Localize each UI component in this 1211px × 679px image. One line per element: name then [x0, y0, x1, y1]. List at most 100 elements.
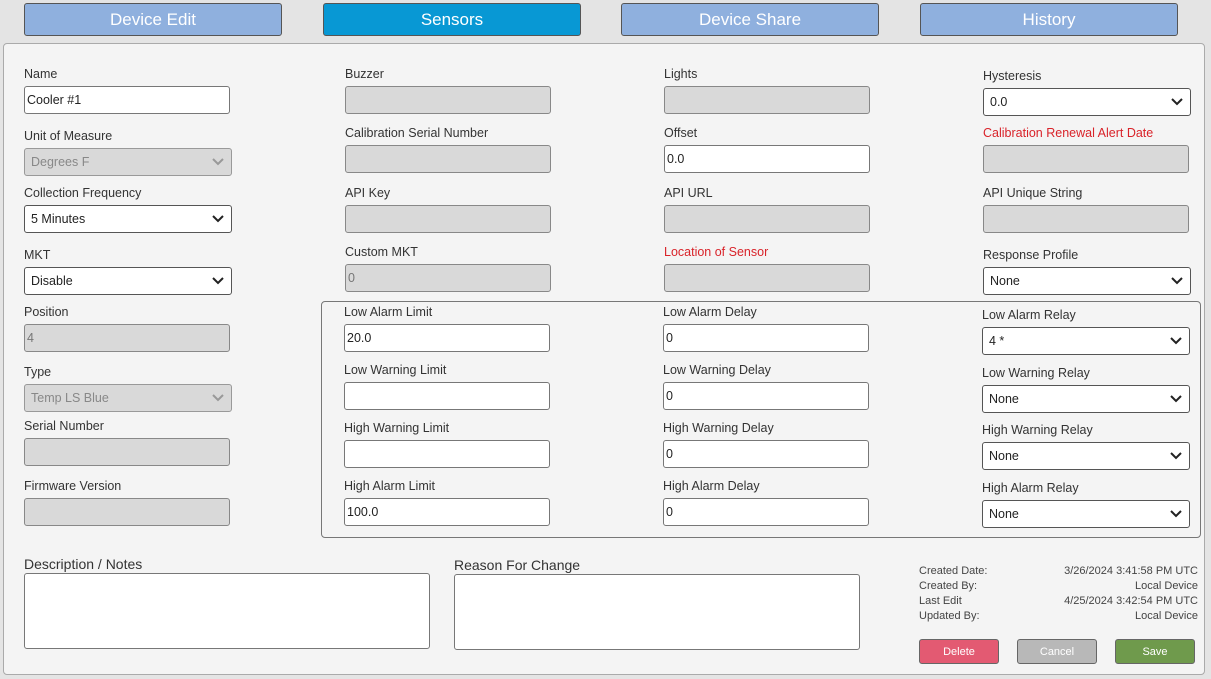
high-warning-delay-label: High Warning Delay: [663, 421, 774, 435]
type-select: Temp LS Blue: [24, 384, 232, 412]
low-warning-limit-label: Low Warning Limit: [344, 363, 447, 377]
high-alarm-relay-select[interactable]: None: [982, 500, 1190, 528]
hysteresis-select[interactable]: 0.0: [983, 88, 1191, 116]
chevron-down-icon: [1169, 507, 1183, 521]
low-warning-relay-label: Low Warning Relay: [982, 366, 1090, 380]
low-alarm-relay-select[interactable]: 4 *: [982, 327, 1190, 355]
custom-mkt-label: Custom MKT: [345, 245, 418, 259]
created-by-value: Local Device: [1135, 580, 1198, 592]
last-edit-value: 4/25/2024 3:42:54 PM UTC: [1064, 595, 1198, 607]
low-warning-relay-value: None: [989, 392, 1019, 406]
updated-by-value: Local Device: [1135, 610, 1198, 622]
high-warning-limit-label: High Warning Limit: [344, 421, 450, 435]
low-warning-limit-input[interactable]: [344, 382, 550, 410]
api-key-input: [345, 205, 551, 233]
low-warning-delay-input[interactable]: 0: [663, 382, 869, 410]
unit-of-measure-label: Unit of Measure: [24, 129, 113, 143]
high-warning-delay-input[interactable]: 0: [663, 440, 869, 468]
low-alarm-relay-value: 4 *: [989, 334, 1005, 348]
buzzer-input: [345, 86, 551, 114]
unit-of-measure-select: Degrees F: [24, 148, 232, 176]
api-url-input: [664, 205, 870, 233]
tab-history[interactable]: History: [920, 3, 1178, 36]
chevron-down-icon: [1169, 449, 1183, 463]
created-date-label: Created Date:: [919, 565, 988, 577]
cancel-button[interactable]: Cancel: [1017, 639, 1097, 664]
mkt-select[interactable]: Disable: [24, 267, 232, 295]
offset-input[interactable]: 0.0: [664, 145, 870, 173]
high-alarm-delay-label: High Alarm Delay: [663, 479, 760, 493]
name-label: Name: [24, 67, 58, 81]
calibration-serial-number-input: [345, 145, 551, 173]
low-alarm-relay-label: Low Alarm Relay: [982, 308, 1076, 322]
low-warning-delay-label: Low Warning Delay: [663, 363, 771, 377]
response-profile-value: None: [990, 274, 1020, 288]
tab-sensors[interactable]: Sensors: [323, 3, 581, 36]
serial-number-input: [24, 438, 230, 466]
created-date-value: 3/26/2024 3:41:58 PM UTC: [1064, 565, 1198, 577]
mkt-value: Disable: [31, 274, 73, 288]
last-edit-label: Last Edit: [919, 595, 962, 607]
low-alarm-delay-input[interactable]: 0: [663, 324, 869, 352]
position-label: Position: [24, 305, 69, 319]
buzzer-label: Buzzer: [345, 67, 384, 81]
firmware-version-input: [24, 498, 230, 526]
high-alarm-delay-input[interactable]: 0: [663, 498, 869, 526]
location-of-sensor-input: [664, 264, 870, 292]
chevron-down-icon: [211, 155, 225, 169]
calibration-renewal-alert-date-input: [983, 145, 1189, 173]
chevron-down-icon: [1170, 274, 1184, 288]
high-warning-relay-select[interactable]: None: [982, 442, 1190, 470]
low-alarm-limit-input[interactable]: 20.0: [344, 324, 550, 352]
reason-for-change-textarea[interactable]: [454, 574, 860, 650]
collection-frequency-value: 5 Minutes: [31, 212, 86, 226]
chevron-down-icon: [211, 212, 225, 226]
reason-for-change-label: Reason For Change: [454, 557, 581, 573]
high-alarm-limit-input[interactable]: 100.0: [344, 498, 550, 526]
lights-label: Lights: [664, 67, 698, 81]
type-label: Type: [24, 365, 52, 379]
hysteresis-value: 0.0: [990, 95, 1008, 109]
unit-of-measure-value: Degrees F: [31, 155, 90, 169]
save-button[interactable]: Save: [1115, 639, 1195, 664]
low-alarm-delay-label: Low Alarm Delay: [663, 305, 757, 319]
chevron-down-icon: [211, 274, 225, 288]
custom-mkt-input: 0: [345, 264, 551, 292]
chevron-down-icon: [1169, 334, 1183, 348]
response-profile-select[interactable]: None: [983, 267, 1191, 295]
api-unique-string-label: API Unique String: [983, 186, 1083, 200]
description-notes-textarea[interactable]: [24, 573, 430, 649]
serial-number-label: Serial Number: [24, 419, 104, 433]
high-alarm-relay-value: None: [989, 507, 1019, 521]
collection-frequency-select[interactable]: 5 Minutes: [24, 205, 232, 233]
created-by-label: Created By:: [919, 580, 978, 592]
hysteresis-label: Hysteresis: [983, 69, 1042, 83]
high-warning-limit-input[interactable]: [344, 440, 550, 468]
type-value: Temp LS Blue: [31, 391, 109, 405]
api-url-label: API URL: [664, 186, 713, 200]
api-unique-string-input: [983, 205, 1189, 233]
name-input[interactable]: Cooler #1: [24, 86, 230, 114]
response-profile-label: Response Profile: [983, 248, 1079, 262]
chevron-down-icon: [1169, 392, 1183, 406]
description-notes-label: Description / Notes: [24, 556, 143, 572]
high-warning-relay-value: None: [989, 449, 1019, 463]
mkt-label: MKT: [24, 248, 51, 262]
high-alarm-limit-label: High Alarm Limit: [344, 479, 435, 493]
low-warning-relay-select[interactable]: None: [982, 385, 1190, 413]
position-input: 4: [24, 324, 230, 352]
calibration-serial-number-label: Calibration Serial Number: [345, 126, 489, 140]
firmware-version-label: Firmware Version: [24, 479, 122, 493]
offset-label: Offset: [664, 126, 698, 140]
high-alarm-relay-label: High Alarm Relay: [982, 481, 1079, 495]
tab-device-share[interactable]: Device Share: [621, 3, 879, 36]
lights-input: [664, 86, 870, 114]
location-of-sensor-label: Location of Sensor: [664, 245, 769, 259]
calibration-renewal-alert-date-label: Calibration Renewal Alert Date: [983, 126, 1154, 140]
low-alarm-limit-label: Low Alarm Limit: [344, 305, 433, 319]
chevron-down-icon: [211, 391, 225, 405]
delete-button[interactable]: Delete: [919, 639, 999, 664]
updated-by-label: Updated By:: [919, 610, 980, 622]
tab-device-edit[interactable]: Device Edit: [24, 3, 282, 36]
collection-frequency-label: Collection Frequency: [24, 186, 142, 200]
